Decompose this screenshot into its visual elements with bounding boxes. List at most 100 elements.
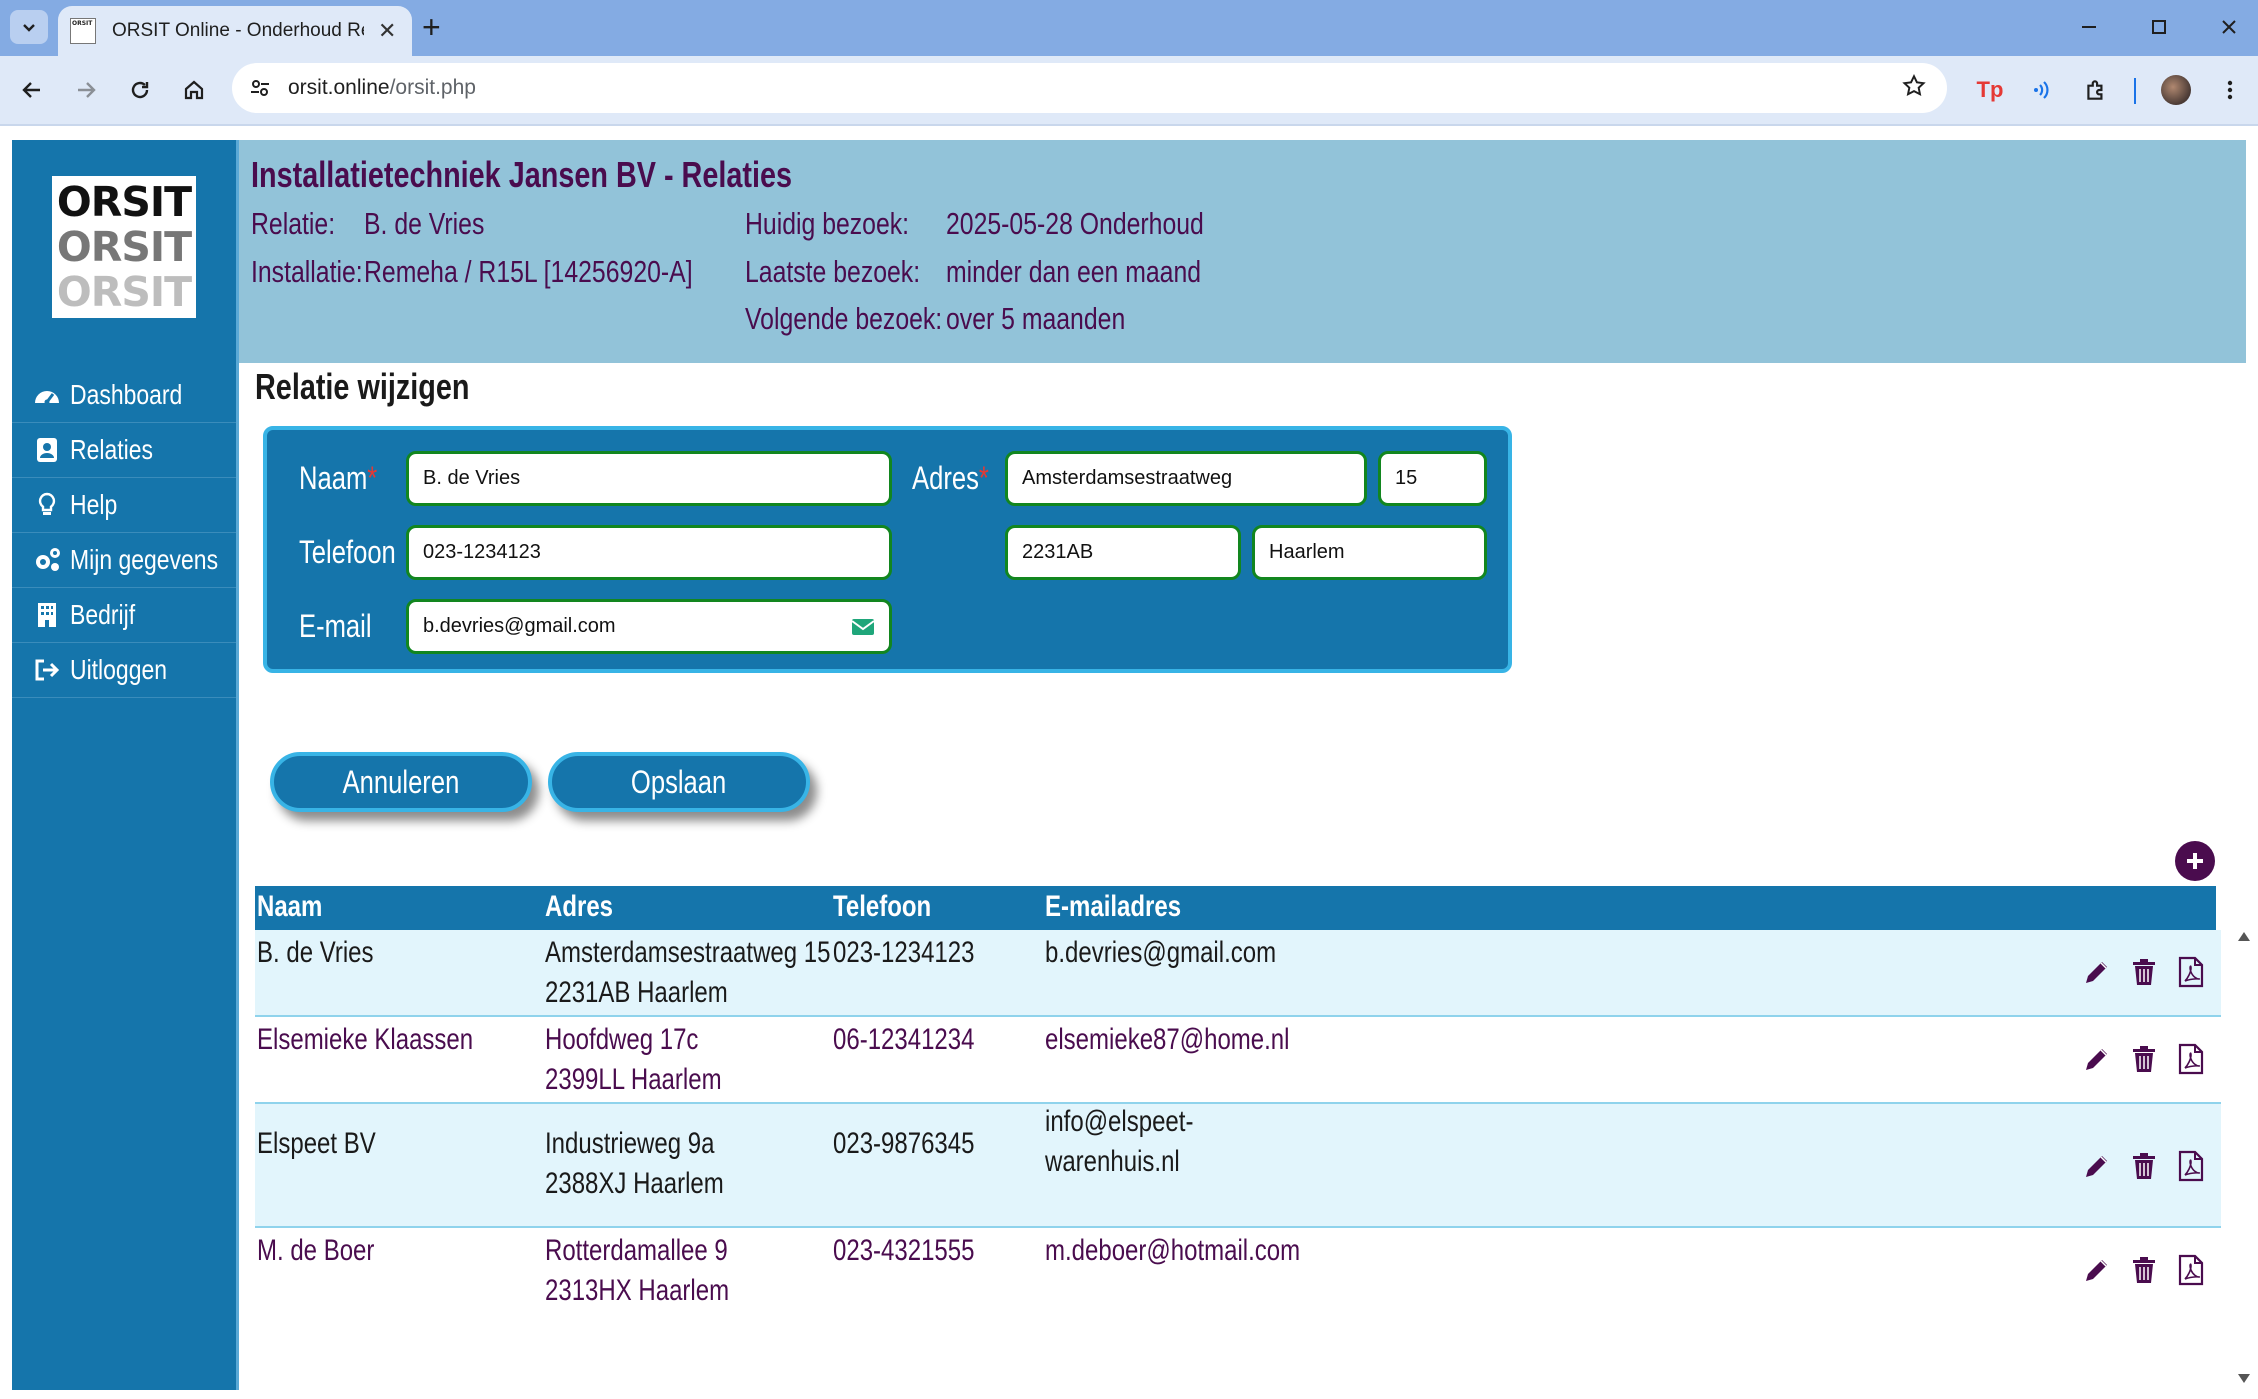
table-row[interactable]: B. de Vries Amsterdamsestraatweg 15 2231A… xyxy=(255,930,2221,1017)
sidebar-item-bedrijf[interactable]: Bedrijf xyxy=(12,588,236,643)
extension-tp-button[interactable]: Tp xyxy=(1970,72,2010,108)
logout-icon xyxy=(32,655,62,685)
pdf-icon[interactable] xyxy=(2173,1041,2209,1077)
edit-pencil-icon[interactable] xyxy=(2079,1148,2115,1184)
reload-button[interactable] xyxy=(122,72,158,108)
add-relatie-button[interactable] xyxy=(2175,841,2215,881)
table-row[interactable]: M. de Boer Rotterdamallee 9 2313HX Haarle… xyxy=(255,1228,2221,1324)
address-bar[interactable]: orsit.online/orsit.php xyxy=(232,63,1947,113)
section-title: Relatie wijzigen xyxy=(255,366,470,407)
tab-search-button[interactable] xyxy=(10,10,48,44)
extensions-button[interactable] xyxy=(2078,72,2114,108)
cell-naam: Elsemieke Klaassen xyxy=(257,1023,474,1056)
laatste-bezoek-label: Laatste bezoek: xyxy=(745,254,921,289)
arrow-right-icon xyxy=(78,82,96,98)
sidebar-item-uitloggen[interactable]: Uitloggen xyxy=(12,643,236,698)
tune-icon xyxy=(251,80,269,96)
plaats-input[interactable]: Haarlem xyxy=(1252,525,1487,580)
tab-close-icon[interactable]: ✕ xyxy=(378,18,396,44)
maximize-icon xyxy=(2152,20,2166,34)
huidig-bezoek-value: 2025-05-28 Onderhoud xyxy=(946,206,1204,241)
cell-email: elsemieke87@home.nl xyxy=(1045,1023,1290,1056)
column-header-email[interactable]: E-mailadres xyxy=(1045,890,1215,924)
cell-naam: M. de Boer xyxy=(257,1234,375,1267)
site-info-button[interactable] xyxy=(242,70,278,106)
sidebar-item-help[interactable]: Help xyxy=(12,478,236,533)
save-button[interactable]: Opslaan xyxy=(548,752,810,812)
home-button[interactable] xyxy=(176,72,212,108)
huidig-bezoek-label: Huidig bezoek: xyxy=(745,206,910,241)
envelope-icon[interactable] xyxy=(851,617,875,637)
building-icon xyxy=(32,600,62,630)
edit-pencil-icon[interactable] xyxy=(2079,1041,2115,1077)
back-button[interactable] xyxy=(14,72,50,108)
sidebar-item-dashboard[interactable]: Dashboard xyxy=(12,368,236,423)
installatie-value: Remeha / R15L [14256920-A] xyxy=(364,254,693,289)
table-row[interactable]: Elsemieke Klaassen Hoofdweg 17c 2399LL Ha… xyxy=(255,1017,2221,1104)
scroll-up-arrow[interactable] xyxy=(2238,932,2250,941)
star-icon xyxy=(1902,74,1926,97)
pdf-icon[interactable] xyxy=(2173,1148,2209,1184)
delete-trash-icon[interactable] xyxy=(2126,1252,2162,1288)
cell-naam: B. de Vries xyxy=(257,936,374,969)
row-actions xyxy=(2079,1148,2209,1184)
new-tab-button[interactable]: + xyxy=(422,10,441,44)
toolbar-border xyxy=(0,124,2258,126)
telefoon-input[interactable]: 023-1234123 xyxy=(406,525,892,580)
delete-trash-icon[interactable] xyxy=(2126,1148,2162,1184)
naam-input[interactable]: B. de Vries xyxy=(406,451,892,506)
extension-read-aloud-button[interactable] xyxy=(2024,72,2060,108)
relatie-value: B. de Vries xyxy=(364,206,485,241)
huisnummer-input[interactable]: 15 xyxy=(1378,451,1487,506)
scroll-down-arrow[interactable] xyxy=(2238,1374,2250,1383)
edit-pencil-icon[interactable] xyxy=(2079,1252,2115,1288)
sidebar-item-relaties[interactable]: Relaties xyxy=(12,423,236,478)
edit-pencil-icon[interactable] xyxy=(2079,954,2115,990)
relatie-form: Naam* B. de Vries Adres* Amsterdamsestra… xyxy=(263,426,1512,673)
minimize-icon xyxy=(2082,26,2096,28)
row-actions xyxy=(2079,954,2209,990)
email-label: E-mail xyxy=(299,608,372,644)
column-header-telefoon[interactable]: Telefoon xyxy=(833,890,956,924)
cell-email: info@elspeet-warenhuis.nl xyxy=(1045,1105,1194,1178)
minimize-button[interactable] xyxy=(2064,8,2114,46)
column-header-naam[interactable]: Naam xyxy=(257,890,339,924)
gears-icon xyxy=(32,545,62,575)
forward-button[interactable] xyxy=(68,72,104,108)
dashboard-icon xyxy=(32,380,62,410)
cell-email: b.devries@gmail.com xyxy=(1045,936,1277,969)
bookmark-star-button[interactable] xyxy=(1901,73,1927,104)
contact-card-icon xyxy=(32,435,62,465)
profile-avatar[interactable] xyxy=(2158,72,2194,108)
postcode-input[interactable]: 2231AB xyxy=(1005,525,1241,580)
table-row[interactable]: Elspeet BV Industrieweg 9a 2388XJ Haarlem… xyxy=(255,1104,2221,1228)
maximize-button[interactable] xyxy=(2134,8,2184,46)
column-header-adres[interactable]: Adres xyxy=(545,890,630,924)
orsit-logo[interactable]: ORSIT ORSIT ORSIT xyxy=(52,176,196,318)
cell-naam: Elspeet BV xyxy=(257,1127,376,1160)
laatste-bezoek-value: minder dan een maand xyxy=(946,254,1202,289)
pdf-icon[interactable] xyxy=(2173,954,2209,990)
browser-menu-button[interactable] xyxy=(2212,72,2248,108)
straat-input[interactable]: Amsterdamsestraatweg xyxy=(1005,451,1367,506)
cancel-button[interactable]: Annuleren xyxy=(270,752,532,812)
adres-label: Adres* xyxy=(912,460,989,496)
cell-adres: Industrieweg 9a 2388XJ Haarlem xyxy=(545,1127,724,1200)
naam-label: Naam* xyxy=(299,460,378,496)
plus-icon xyxy=(2187,853,2203,869)
sidebar-item-mijn-gegevens[interactable]: Mijn gegevens xyxy=(12,533,236,588)
reload-icon xyxy=(131,81,149,99)
arrow-left-icon xyxy=(22,82,40,98)
pdf-icon[interactable] xyxy=(2173,1252,2209,1288)
cell-telefoon: 06-12341234 xyxy=(833,1023,975,1056)
relatie-label: Relatie: xyxy=(251,206,336,241)
sidebar-menu: Dashboard Relaties Help Mijn gegevens Be… xyxy=(12,368,236,698)
home-icon xyxy=(184,80,204,100)
telefoon-label: Telefoon xyxy=(299,534,396,570)
delete-trash-icon[interactable] xyxy=(2126,954,2162,990)
sound-waves-icon xyxy=(2034,81,2049,99)
delete-trash-icon[interactable] xyxy=(2126,1041,2162,1077)
browser-tab-active[interactable]: ORSIT ORSIT Online - Onderhoud Reg ✕ xyxy=(58,6,412,56)
email-input[interactable]: b.devries@gmail.com xyxy=(406,599,892,654)
close-window-button[interactable] xyxy=(2204,8,2254,46)
